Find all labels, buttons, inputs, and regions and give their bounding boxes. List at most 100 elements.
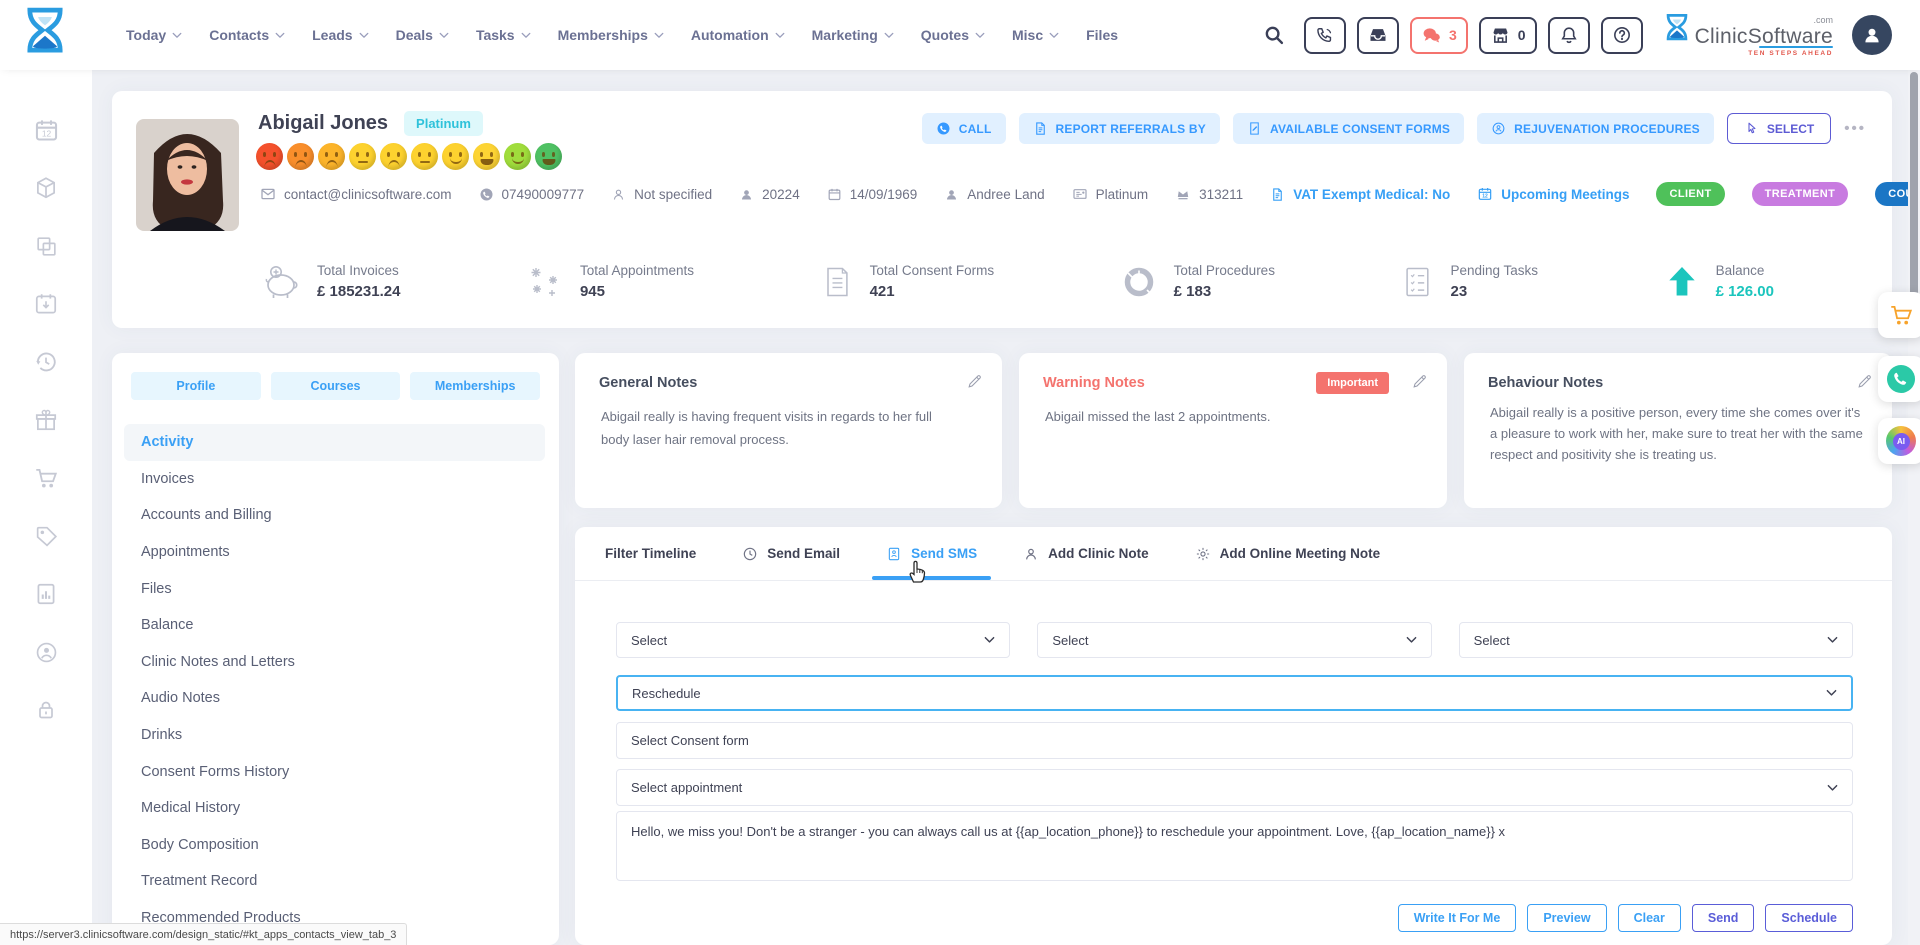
edit-note-icon[interactable] — [1856, 373, 1873, 391]
appointment-select[interactable]: Select appointment — [616, 769, 1853, 806]
sidebar-item-invoices[interactable]: Invoices — [124, 461, 545, 498]
mood-face-2[interactable] — [287, 143, 314, 170]
help-button[interactable] — [1601, 17, 1643, 54]
nav-item-quotes[interactable]: Quotes — [921, 27, 985, 43]
scrollbar-thumb[interactable] — [1910, 72, 1918, 300]
sidebar-item-treatment-record[interactable]: Treatment Record — [124, 863, 545, 900]
search-icon[interactable] — [1263, 24, 1285, 46]
mood-face-10[interactable] — [535, 143, 562, 170]
nav-item-automation[interactable]: Automation — [691, 27, 785, 43]
sidebar-item-audio-notes[interactable]: Audio Notes — [124, 680, 545, 717]
report-referrals-button[interactable]: REPORT REFERRALS BY — [1019, 113, 1220, 144]
mood-face-7[interactable] — [442, 143, 469, 170]
rail-lock-icon[interactable] — [32, 696, 60, 724]
sms-template-select[interactable]: Reschedule — [616, 675, 1853, 711]
contact-phone[interactable]: 07490009777 — [479, 187, 585, 202]
shop-button[interactable]: 0 — [1479, 17, 1537, 54]
sidebar-item-consent-forms-history[interactable]: Consent Forms History — [124, 753, 545, 790]
available-consent-forms-button[interactable]: AVAILABLE CONSENT FORMS — [1233, 113, 1464, 144]
rail-products-cube-icon[interactable] — [32, 174, 60, 202]
more-options-button[interactable]: ••• — [1844, 120, 1866, 137]
mood-face-6[interactable] — [411, 143, 438, 170]
tab-memberships[interactable]: Memberships — [410, 372, 540, 400]
mood-face-5[interactable] — [380, 143, 407, 170]
sidebar-item-files[interactable]: Files — [124, 570, 545, 607]
nav-item-files[interactable]: Files — [1086, 27, 1118, 43]
vat-exempt-link[interactable]: VAT Exempt Medical: No — [1270, 187, 1450, 202]
nav-item-contacts[interactable]: Contacts — [209, 27, 285, 43]
preview-button[interactable]: Preview — [1527, 904, 1606, 932]
inbox-button[interactable] — [1357, 17, 1399, 54]
notifications-button[interactable] — [1548, 17, 1590, 54]
brand-logo[interactable]: ClinicSoftware .com TEN STEPS AHEAD — [1664, 13, 1833, 57]
contact-client-id[interactable]: 20224 — [739, 187, 800, 202]
tab-send-email[interactable]: Send Email — [742, 527, 840, 580]
rail-report-icon[interactable] — [32, 580, 60, 608]
contact-dob[interactable]: 14/09/1969 — [827, 187, 918, 202]
call-button[interactable]: CALL — [922, 113, 1006, 144]
sms-select-1[interactable]: Select — [616, 622, 1010, 658]
sidebar-item-clinic-notes-and-letters[interactable]: Clinic Notes and Letters — [124, 644, 545, 681]
sidebar-item-appointments[interactable]: Appointments — [124, 534, 545, 571]
dialer-button[interactable] — [1304, 17, 1346, 54]
nav-item-marketing[interactable]: Marketing — [812, 27, 894, 43]
mood-face-1[interactable] — [256, 143, 283, 170]
contact-loyalty-points[interactable]: 313211 — [1175, 186, 1243, 202]
contact-owner[interactable]: Andree Land — [944, 187, 1044, 202]
tab-send-sms[interactable]: Send SMS — [886, 527, 977, 580]
schedule-button[interactable]: Schedule — [1765, 904, 1853, 932]
contact-membership[interactable]: Platinum — [1072, 186, 1149, 202]
rail-history-icon[interactable] — [32, 348, 60, 376]
select-button[interactable]: SELECT — [1727, 113, 1831, 144]
sidebar-item-medical-history[interactable]: Medical History — [124, 790, 545, 827]
sidebar-item-activity[interactable]: Activity — [124, 424, 545, 461]
tab-add-clinic-note[interactable]: Add Clinic Note — [1023, 527, 1149, 580]
user-avatar[interactable] — [1852, 15, 1892, 55]
nav-item-memberships[interactable]: Memberships — [558, 27, 664, 43]
edit-note-icon[interactable] — [1411, 373, 1428, 391]
consent-form-select[interactable]: Select Consent form — [616, 722, 1853, 759]
floating-whatsapp-button[interactable] — [1878, 356, 1920, 402]
nav-item-misc[interactable]: Misc — [1012, 27, 1059, 43]
floating-ai-button[interactable]: AI — [1878, 418, 1920, 464]
mood-face-9[interactable] — [504, 143, 531, 170]
contact-email[interactable]: contact@clinicsoftware.com — [260, 186, 452, 202]
contact-photo[interactable] — [136, 119, 239, 231]
rail-user-session-icon[interactable] — [32, 638, 60, 666]
nav-item-leads[interactable]: Leads — [312, 27, 368, 43]
nav-item-today[interactable]: Today — [126, 27, 182, 43]
app-logo-hourglass-icon[interactable] — [22, 6, 70, 64]
nav-item-tasks[interactable]: Tasks — [476, 27, 531, 43]
chat-notifications-button[interactable]: 3 — [1410, 17, 1468, 54]
rail-gift-icon[interactable] — [32, 406, 60, 434]
rail-duplicate-icon[interactable] — [32, 232, 60, 260]
sidebar-item-balance[interactable]: Balance — [124, 607, 545, 644]
upcoming-meetings-link[interactable]: Upcoming Meetings — [1477, 186, 1629, 202]
write-it-for-me-button[interactable]: Write It For Me — [1398, 904, 1517, 932]
tab-profile[interactable]: Profile — [131, 372, 261, 400]
sidebar-item-drinks[interactable]: Drinks — [124, 717, 545, 754]
sms-select-3[interactable]: Select — [1459, 622, 1853, 658]
tab-filter-timeline[interactable]: Filter Timeline — [605, 527, 696, 580]
send-button[interactable]: Send — [1692, 904, 1755, 932]
mood-face-3[interactable] — [318, 143, 345, 170]
floating-cart-button[interactable] — [1878, 292, 1920, 338]
tab-courses[interactable]: Courses — [271, 372, 401, 400]
sms-select-2[interactable]: Select — [1037, 622, 1431, 658]
rail-calendar-icon[interactable] — [32, 116, 60, 144]
rail-tag-icon[interactable] — [32, 522, 60, 550]
sidebar-item-accounts-and-billing[interactable]: Accounts and Billing — [124, 497, 545, 534]
mood-face-8[interactable] — [473, 143, 500, 170]
contact-referral[interactable]: Not specified — [611, 187, 712, 202]
edit-note-icon[interactable] — [966, 373, 983, 391]
sidebar-item-body-composition[interactable]: Body Composition — [124, 827, 545, 864]
clear-button[interactable]: Clear — [1618, 904, 1681, 932]
label-pill-treatment[interactable]: TREATMENT — [1752, 182, 1849, 206]
rail-cart-icon[interactable] — [32, 464, 60, 492]
label-pill-client[interactable]: CLIENT — [1656, 182, 1724, 206]
mood-face-4[interactable] — [349, 143, 376, 170]
tab-add-online-meeting-note[interactable]: Add Online Meeting Note — [1195, 527, 1381, 580]
sms-message-textarea[interactable]: Hello, we miss you! Don't be a stranger … — [616, 811, 1853, 881]
rail-calendar-import-icon[interactable] — [32, 290, 60, 318]
nav-item-deals[interactable]: Deals — [396, 27, 449, 43]
